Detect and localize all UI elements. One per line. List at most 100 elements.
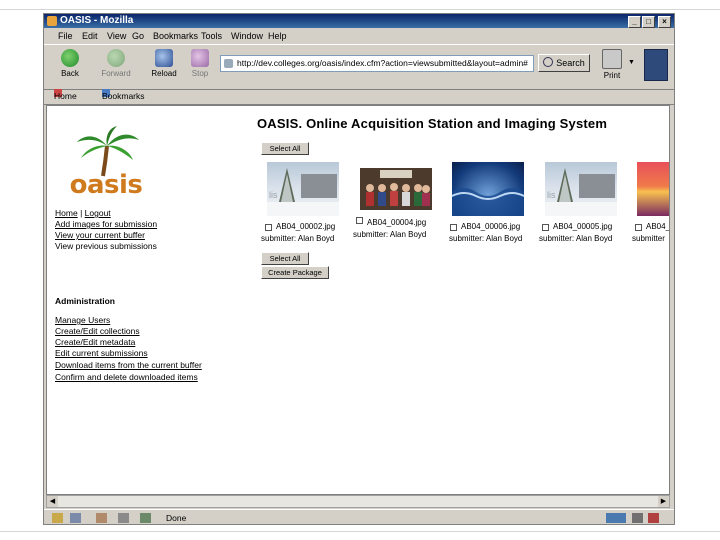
- image-submitter: submitter: [632, 234, 665, 243]
- image-thumbnail[interactable]: [637, 162, 669, 216]
- image-checkbox[interactable]: [450, 224, 457, 231]
- create-package-button[interactable]: Create Package: [261, 266, 329, 279]
- forward-button[interactable]: Forward: [98, 49, 134, 78]
- image-thumbnail[interactable]: lis: [267, 162, 339, 216]
- page-icon: [224, 59, 233, 68]
- print-label: Print: [603, 71, 621, 80]
- stop-icon: [191, 49, 209, 67]
- maximize-button[interactable]: □: [642, 16, 655, 28]
- status-text: Done: [166, 513, 187, 523]
- close-button[interactable]: ×: [658, 16, 671, 28]
- home-bookmark-label: Home: [54, 91, 77, 101]
- connection-icon: [632, 513, 643, 523]
- group-photo-icon: [360, 168, 432, 210]
- reload-icon: [155, 49, 173, 67]
- image-submitter: submitter: Alan Boyd: [261, 234, 335, 243]
- add-images-link[interactable]: Add images for submission: [55, 219, 157, 229]
- reload-button[interactable]: Reload: [146, 49, 182, 78]
- navigator-icon[interactable]: [52, 513, 63, 523]
- personal-toolbar: Home Bookmarks: [44, 89, 674, 105]
- forward-label: Forward: [101, 69, 131, 78]
- svg-text:lis: lis: [547, 190, 556, 200]
- image-filename: AB04_00002.jpg: [276, 222, 336, 231]
- edit-submissions-link[interactable]: Edit current submissions: [55, 348, 148, 358]
- snow-scene-icon: lis: [545, 168, 617, 216]
- slide-rule-top: [0, 9, 720, 10]
- minimize-button[interactable]: _: [628, 16, 641, 28]
- forward-arrow-icon: [107, 49, 125, 67]
- menu-edit[interactable]: Edit: [82, 29, 98, 43]
- administration-heading: Administration: [55, 296, 115, 306]
- window-title: OASIS - Mozilla: [60, 15, 134, 26]
- logout-link[interactable]: Logout: [85, 208, 111, 218]
- stop-button[interactable]: Stop: [182, 49, 218, 78]
- menu-go[interactable]: Go: [132, 29, 144, 43]
- select-all-button-bottom[interactable]: Select All: [261, 252, 309, 265]
- home-link[interactable]: Home: [55, 208, 78, 218]
- image-thumbnail[interactable]: [360, 168, 432, 210]
- menu-bookmarks[interactable]: Bookmarks: [153, 29, 198, 43]
- image-filename: AB04_00005.jpg: [553, 222, 613, 231]
- lock-icon: [648, 513, 659, 523]
- image-checkbox[interactable]: [356, 217, 363, 224]
- page-content: OASIS. Online Acquisition Station and Im…: [46, 105, 670, 495]
- menu-bar: File Edit View Go Bookmarks Tools Window…: [44, 29, 674, 43]
- image-submitter: submitter: Alan Boyd: [539, 234, 613, 243]
- composer-icon[interactable]: [96, 513, 107, 523]
- menu-tools[interactable]: Tools: [201, 29, 222, 43]
- edit-metadata-link[interactable]: Create/Edit metadata: [55, 337, 135, 347]
- reload-label: Reload: [151, 69, 177, 78]
- image-filename: AB04_00004.jpg: [367, 218, 427, 227]
- page-title: OASIS. Online Acquisition Station and Im…: [257, 116, 608, 131]
- search-icon: [543, 57, 554, 67]
- view-buffer-link[interactable]: View your current buffer: [55, 230, 145, 240]
- print-dropdown-icon[interactable]: ▼: [628, 59, 635, 66]
- menu-window[interactable]: Window: [231, 29, 263, 43]
- printer-icon: [602, 49, 622, 69]
- slide-rule-bottom: [0, 531, 720, 532]
- svg-text:lis: lis: [269, 190, 278, 200]
- search-label: Search: [556, 58, 585, 68]
- select-all-button-top[interactable]: Select All: [261, 142, 309, 155]
- address-book-icon[interactable]: [118, 513, 129, 523]
- view-previous-link[interactable]: View previous submissions: [55, 241, 157, 251]
- horizontal-scrollbar[interactable]: ◀ ▶: [46, 495, 670, 508]
- online-status-icon[interactable]: [606, 513, 626, 523]
- nav-separator: |: [80, 208, 83, 218]
- manage-users-link[interactable]: Manage Users: [55, 315, 110, 325]
- navigation-toolbar: Back Forward Reload Stop http://dev.coll…: [44, 44, 674, 90]
- security-icon[interactable]: [140, 513, 151, 523]
- image-checkbox[interactable]: [265, 224, 272, 231]
- back-button[interactable]: Back: [52, 49, 88, 78]
- url-field[interactable]: http://dev.colleges.org/oasis/index.cfm?…: [220, 55, 534, 72]
- title-bar: OASIS - Mozilla _ □ ×: [44, 14, 674, 28]
- image-checkbox[interactable]: [635, 224, 642, 231]
- stop-label: Stop: [191, 69, 209, 78]
- mozilla-throbber-icon: [644, 49, 668, 81]
- scroll-left-icon[interactable]: ◀: [47, 496, 58, 507]
- oasis-logo: oasis: [61, 124, 151, 200]
- back-arrow-icon: [61, 49, 79, 67]
- mail-icon[interactable]: [70, 513, 81, 523]
- image-checkbox[interactable]: [542, 224, 549, 231]
- snow-scene-icon: lis: [267, 168, 339, 216]
- menu-file[interactable]: File: [58, 29, 73, 43]
- menu-view[interactable]: View: [107, 29, 126, 43]
- search-button[interactable]: Search: [538, 54, 590, 72]
- image-submitter: submitter: Alan Boyd: [449, 234, 523, 243]
- back-label: Back: [61, 69, 79, 78]
- image-filename: AB04_0: [646, 222, 670, 231]
- edit-collections-link[interactable]: Create/Edit collections: [55, 326, 140, 336]
- image-thumbnail[interactable]: lis: [545, 162, 617, 216]
- download-items-link[interactable]: Download items from the current buffer: [55, 360, 202, 370]
- image-filename: AB04_00006.jpg: [461, 222, 521, 231]
- bookmarks-label: Bookmarks: [102, 91, 145, 101]
- logo-text: oasis: [69, 170, 143, 200]
- menu-help[interactable]: Help: [268, 29, 287, 43]
- confirm-delete-link[interactable]: Confirm and delete downloaded items: [55, 372, 198, 382]
- image-thumbnail[interactable]: [452, 162, 524, 216]
- scroll-right-icon[interactable]: ▶: [658, 496, 669, 507]
- image-submitter: submitter: Alan Boyd: [353, 230, 427, 239]
- url-text: http://dev.colleges.org/oasis/index.cfm?…: [237, 58, 528, 68]
- print-button[interactable]: Print: [594, 49, 630, 80]
